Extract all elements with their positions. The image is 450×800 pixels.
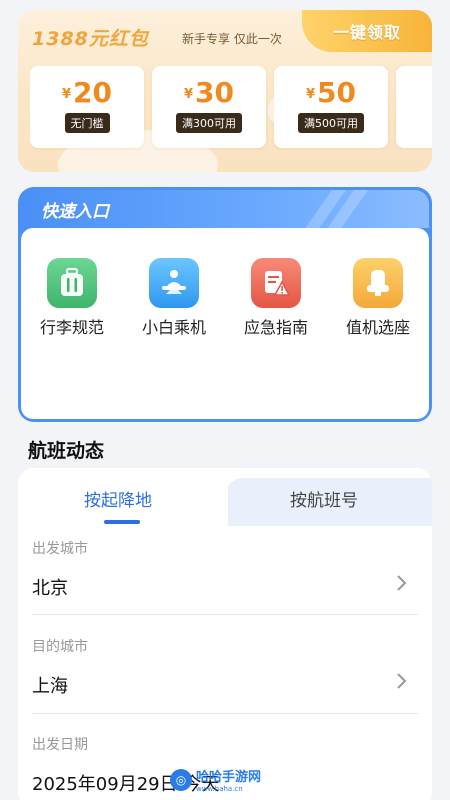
coupon-card[interactable]: ¥30 满300可用	[152, 66, 266, 148]
tab-by-flight-number[interactable]: 按航班号	[290, 486, 358, 511]
divider	[32, 713, 418, 714]
quick-item-first-flight[interactable]: 小白乘机	[123, 258, 225, 419]
active-tab-indicator	[104, 520, 140, 524]
quick-item-label: 小白乘机	[141, 318, 206, 337]
departure-date-label: 出发日期	[32, 737, 88, 753]
quick-item-label: 值机选座	[345, 318, 410, 337]
coupon-condition: 满300可用	[176, 113, 242, 133]
luggage-icon	[47, 258, 97, 308]
coupon-card[interactable]: ¥50 满500可用	[274, 66, 388, 148]
chevron-right-icon	[397, 673, 407, 689]
quick-entry-grid: 行李规范 小白乘机 应急指南 值机选座	[21, 228, 429, 419]
divider	[32, 614, 418, 615]
coupon-card[interactable]: ¥20 无门槛	[30, 66, 144, 148]
tab-by-city[interactable]: 按起降地	[84, 486, 152, 511]
promo-subtitle: 新手专享 仅此一次	[182, 32, 282, 46]
coupon-amount: ¥30	[183, 76, 234, 109]
departure-city-field[interactable]: 出发城市 北京	[32, 538, 418, 600]
watermark-text: 哈哈手游网 www.haha.cn	[196, 770, 262, 793]
quick-entry-title: 快速入口	[41, 201, 109, 222]
coupon-card[interactable]: ¥ 满	[396, 66, 432, 148]
flight-search-tabs: 按起降地 按航班号	[18, 468, 432, 526]
coupon-amount: ¥20	[61, 76, 112, 109]
coupon-condition: 满500可用	[298, 113, 364, 133]
claim-all-button[interactable]: 一键领取	[302, 10, 432, 52]
quick-item-checkin-seat[interactable]: 值机选座	[327, 258, 429, 419]
coupon-condition: 无门槛	[64, 113, 110, 133]
quick-item-label: 行李规范	[39, 318, 104, 337]
promo-title: 1388元红包	[32, 28, 149, 50]
passenger-icon	[149, 258, 199, 308]
newcomer-red-packet-card: 1388元红包 新手专享 仅此一次 一键领取 ¥20 无门槛 ¥30 满300可…	[18, 10, 432, 172]
quick-entry-panel: 快速入口 行李规范 小白乘机 应急指南 值机选座	[18, 187, 432, 422]
emergency-guide-icon	[251, 258, 301, 308]
quick-item-emergency-guide[interactable]: 应急指南	[225, 258, 327, 419]
quick-entry-header: 快速入口	[21, 190, 429, 228]
arrival-city-field[interactable]: 目的城市 上海	[32, 636, 418, 698]
site-watermark: ◎ 哈哈手游网 www.haha.cn	[170, 766, 261, 793]
arrival-city-value: 上海	[32, 676, 68, 697]
departure-city-value: 北京	[32, 578, 68, 599]
quick-item-luggage[interactable]: 行李规范	[21, 258, 123, 419]
seat-icon	[353, 258, 403, 308]
arrival-city-label: 目的城市	[32, 639, 88, 655]
quick-item-label: 应急指南	[243, 318, 308, 337]
flight-search-card: 按起降地 按航班号 出发城市 北京 目的城市 上海 出发日期 2025年09月2…	[18, 468, 432, 800]
coupon-amount: ¥50	[305, 76, 356, 109]
departure-city-label: 出发城市	[32, 541, 88, 557]
chevron-right-icon	[397, 575, 407, 591]
watermark-logo-icon: ◎	[170, 768, 192, 791]
coupon-list: ¥20 无门槛 ¥30 满300可用 ¥50 满500可用 ¥ 满	[30, 66, 432, 150]
flight-status-title: 航班动态	[28, 440, 105, 462]
